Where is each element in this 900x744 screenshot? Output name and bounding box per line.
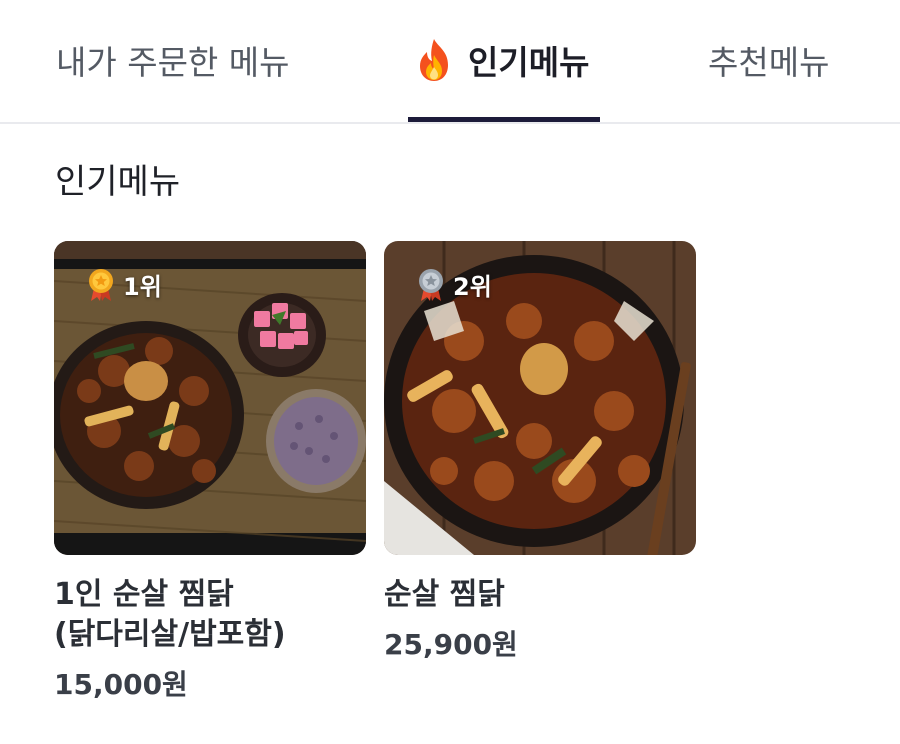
tab-label: 추천메뉴 [708,43,830,82]
menu-tab-bar: 내가 주문한 메뉴 인기메뉴 추천메뉴 [0,0,900,124]
menu-name-line: (닭다리살/밥포함) [54,617,286,652]
fire-icon [420,39,448,81]
section-title: 인기메뉴 [55,162,181,202]
menu-name: 1인 순살 찜닭 (닭다리살/밥포함) [54,575,366,655]
rank-label: 2위 [453,273,492,301]
active-tab-indicator [408,117,600,122]
tab-label: 내가 주문한 메뉴 [56,43,290,82]
silver-medal-icon [419,268,443,301]
menu-card[interactable]: 1위 1인 순살 찜닭 (닭다리살/밥포함) 15,000원 [54,241,366,703]
rank-label: 1위 [123,273,162,301]
menu-image: 1위 [54,241,366,555]
menu-image: 2위 [384,241,696,555]
menu-price: 25,900원 [384,628,518,661]
menu-name-line: 1인 순살 찜닭 [54,577,234,612]
gold-medal-icon [89,268,113,301]
tab-popular-menu[interactable]: 인기메뉴 [410,34,600,86]
menu-price: 15,000원 [54,668,188,701]
menu-name-line: 순살 찜닭 [384,577,505,612]
tab-label: 인기메뉴 [468,43,590,82]
rank-badge: 2위 [417,267,492,302]
tab-recommended-menu[interactable]: 추천메뉴 [708,34,829,86]
menu-name: 순살 찜닭 [384,575,696,615]
rank-badge: 1위 [87,267,162,302]
menu-card[interactable]: 2위 순살 찜닭 25,900원 [384,241,696,663]
tab-my-orders[interactable]: 내가 주문한 메뉴 [56,34,290,86]
